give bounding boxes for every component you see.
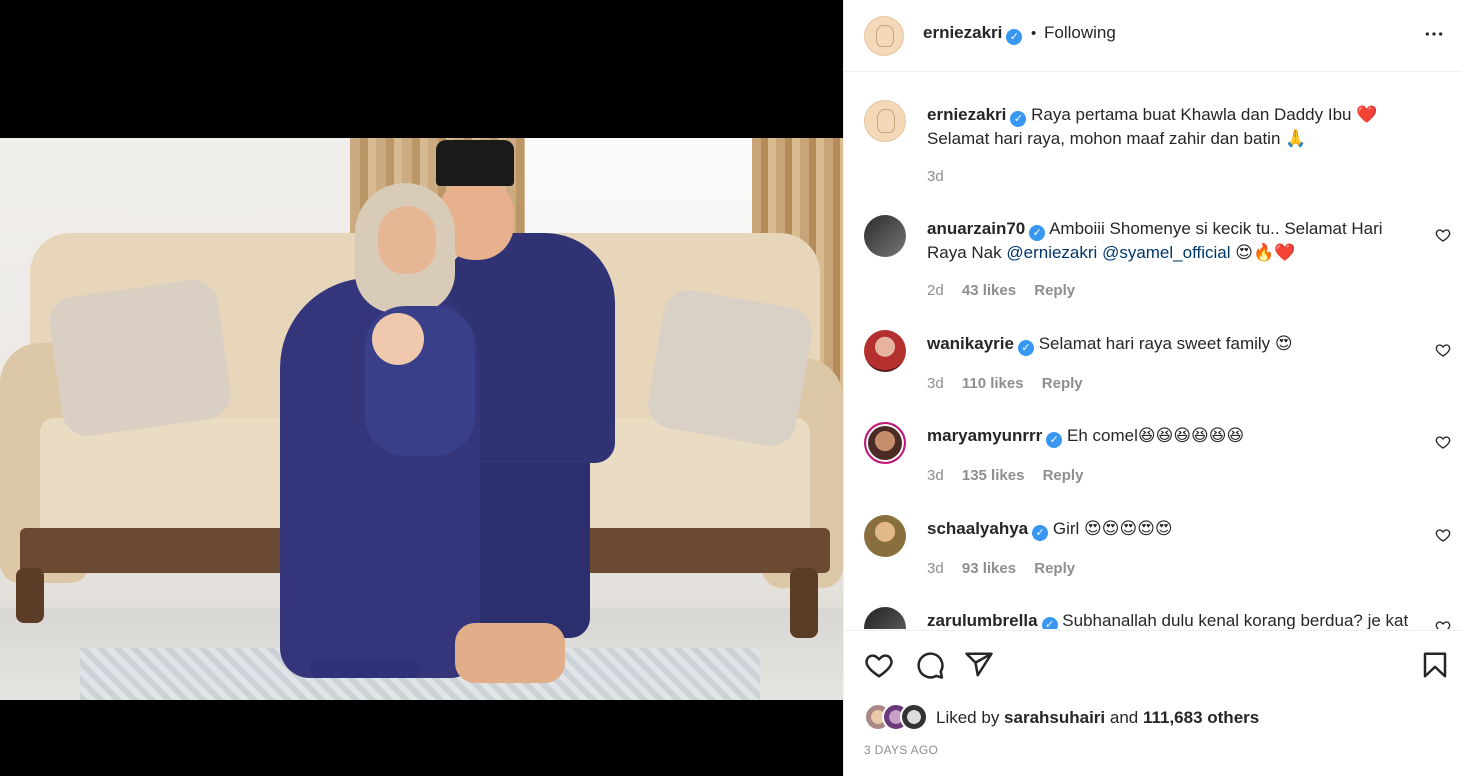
share-send-icon[interactable] [964,650,994,680]
comment-likes[interactable]: 135 likes [962,467,1025,484]
post-media [0,0,843,776]
verified-badge-icon: ✓ [1032,525,1049,541]
comment-bubble-icon[interactable] [915,650,945,680]
liked-by-others[interactable]: 111,683 others [1143,708,1259,727]
caption-age[interactable]: 3d [927,168,944,185]
comment-likes[interactable]: 93 likes [962,560,1016,577]
comment-avatar-story-ring[interactable] [864,422,906,464]
comment-body: Selamat hari raya sweet family 😍 [1038,334,1293,353]
comment-username[interactable]: zarulumbrella [927,611,1038,629]
comment-age[interactable]: 2d [927,282,944,299]
photo-sofa-leg-left [16,568,44,623]
comment-username[interactable]: schaalyahya [927,519,1028,538]
comment-text: zarulumbrella ✓ Subhanallah dulu kenal ko… [927,609,1413,629]
comment-item: zarulumbrella ✓ Subhanallah dulu kenal ko… [844,607,1462,629]
photo-sofa-leg-right [790,568,818,638]
author-avatar[interactable] [864,16,904,56]
liked-by-text: Liked by sarahsuhairi and 111,683 others [936,708,1259,728]
liked-by-user[interactable]: sarahsuhairi [1004,708,1105,727]
post-side-panel: erniezakri ✓ • Following erniezakri ✓ Raya… [843,0,1462,776]
comment-username[interactable]: anuarzain70 [927,219,1025,238]
like-heart-icon[interactable] [864,650,894,680]
caption-meta: 3d [927,168,958,185]
comment-body: Girl 😍😍😍😍😍 [1052,519,1173,538]
more-options-icon[interactable] [1423,24,1445,44]
comment-reply-button[interactable]: Reply [1042,375,1083,392]
mention-link[interactable]: @syamel_official [1102,243,1230,262]
comment-meta: 2d 43 likes Reply [927,282,1089,299]
comment-emoji: 😍🔥❤️ [1230,243,1296,262]
liked-by-prefix: Liked by [936,708,1005,727]
photo-woman-face [378,206,436,274]
comment-like-heart-icon[interactable] [1435,227,1451,243]
comment-username[interactable]: maryamyunrrr [927,426,1042,445]
comment-avatar[interactable] [864,515,906,557]
comment-avatar[interactable] [864,215,906,257]
comment-item: schaalyahya ✓ Girl 😍😍😍😍😍 3d 93 likes Repl… [844,515,1462,585]
comment-avatar[interactable] [864,607,906,629]
verified-badge-icon: ✓ [1017,340,1034,356]
comment-likes[interactable]: 110 likes [962,375,1024,392]
comment-item: maryamyunrrr ✓ Eh comel😆😆😆😆😆😆 3d 135 like… [844,422,1462,492]
comment-text: maryamyunrrr ✓ Eh comel😆😆😆😆😆😆 [927,424,1413,448]
liked-by-and: and [1105,708,1143,727]
post-photo[interactable] [0,138,843,700]
photo-pillow-right [643,286,817,450]
caption-body: Raya pertama buat Khawla dan Daddy Ibu ❤… [1031,105,1378,124]
caption-row: erniezakri ✓ Raya pertama buat Khawla dan… [844,100,1462,190]
comment-meta: 3d 110 likes Reply [927,375,1097,392]
comment-body: Eh comel😆😆😆😆😆😆 [1067,426,1245,445]
verified-badge-icon: ✓ [1010,111,1027,127]
comment-reply-button[interactable]: Reply [1034,282,1075,299]
comment-age[interactable]: 3d [927,467,944,484]
save-bookmark-icon[interactable] [1420,650,1450,680]
comment-avatar[interactable] [864,330,906,372]
comment-body: Subhanallah dulu kenal korang berdua? je… [1062,611,1409,629]
mention-link[interactable]: @erniezakri [1006,243,1097,262]
comment-username[interactable]: wanikayrie [927,334,1014,353]
photo-man-feet [455,623,565,683]
comment-like-heart-icon[interactable] [1435,619,1451,629]
comment-age[interactable]: 3d [927,560,944,577]
comment-text: schaalyahya ✓ Girl 😍😍😍😍😍 [927,517,1413,541]
verified-badge-icon: ✓ [1006,29,1023,45]
comment-item: wanikayrie ✓ Selamat hari raya sweet fami… [844,330,1462,400]
verified-badge-icon: ✓ [1041,617,1058,629]
liker-avatar[interactable] [900,703,928,731]
post-actions: Liked by sarahsuhairi and 111,683 others… [844,630,1462,776]
caption-text: erniezakri ✓ Raya pertama buat Khawla dan… [927,103,1413,150]
comment-likes[interactable]: 43 likes [962,282,1016,299]
photo-pillow-left [46,276,234,440]
caption-body-line2: Selamat hari raya, mohon maaf zahir dan … [927,129,1307,148]
comment-age[interactable]: 3d [927,375,944,392]
verified-badge-icon: ✓ [1029,225,1046,241]
liked-by-row: Liked by sarahsuhairi and 111,683 others [864,703,1424,733]
comment-meta: 3d 135 likes Reply [927,467,1097,484]
following-button[interactable]: Following [1044,23,1116,43]
caption-username[interactable]: erniezakri [927,105,1006,124]
comment-item: anuarzain70 ✓ Amboiii Shomenye si kecik t… [844,215,1462,305]
photo-woman-hem [310,658,420,678]
comment-reply-button[interactable]: Reply [1034,560,1075,577]
caption-avatar[interactable] [864,100,906,142]
comment-text: anuarzain70 ✓ Amboiii Shomenye si kecik t… [927,217,1413,264]
header-separator: • [1031,25,1037,42]
post-header: erniezakri ✓ • Following [844,0,1462,72]
author-name-wrap: erniezakri ✓ [923,23,1023,45]
author-username[interactable]: erniezakri [923,23,1002,42]
comment-meta: 3d 93 likes Reply [927,560,1089,577]
comments-list[interactable]: erniezakri ✓ Raya pertama buat Khawla dan… [844,73,1462,629]
comment-reply-button[interactable]: Reply [1043,467,1084,484]
photo-baby-face [372,313,424,365]
comment-like-heart-icon[interactable] [1435,342,1451,358]
post-date[interactable]: 3 DAYS AGO [864,743,938,757]
photo-man-songkok [436,140,514,186]
comment-like-heart-icon[interactable] [1435,527,1451,543]
comment-like-heart-icon[interactable] [1435,434,1451,450]
verified-badge-icon: ✓ [1046,432,1063,448]
comment-text: wanikayrie ✓ Selamat hari raya sweet fami… [927,332,1413,356]
